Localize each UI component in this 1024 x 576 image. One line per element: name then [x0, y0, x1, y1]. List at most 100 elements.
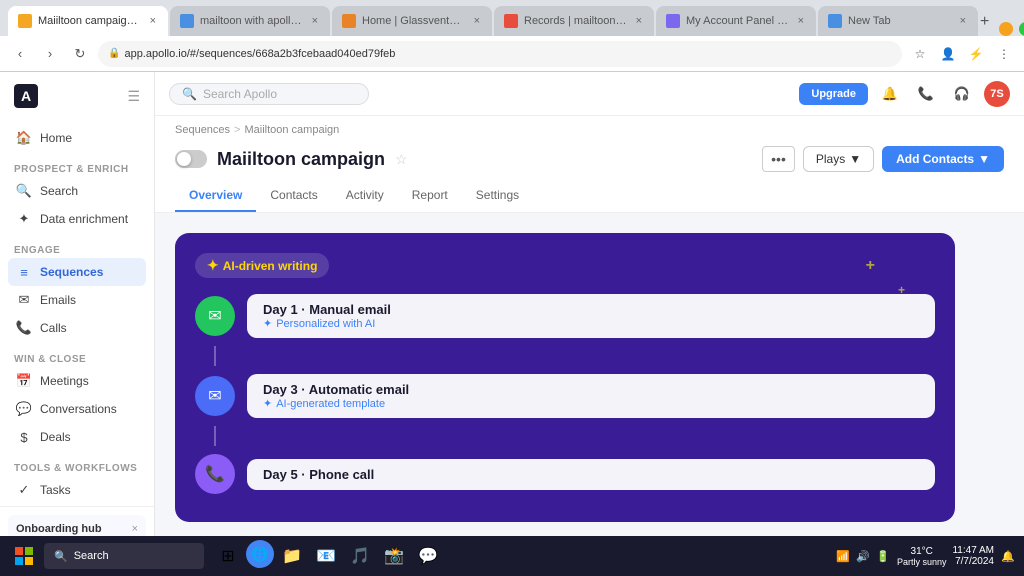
tab-label-6: New Tab: [848, 15, 952, 27]
tab-contacts[interactable]: Contacts: [256, 180, 331, 212]
taskbar-apps: ⊞ 🌐 📁 📧 🎵 📸 💬: [212, 540, 444, 572]
taskbar-app-6[interactable]: 💬: [412, 540, 444, 572]
sidebar-item-meetings[interactable]: 📅 Meetings: [8, 367, 146, 395]
content-area: ✦ AI-driven writing + + ✉ Day 1 · Manual: [155, 213, 975, 576]
prospect-section-label: Prospect & enrich: [8, 158, 146, 177]
step-1-ai-icon: ✦: [263, 317, 272, 330]
tab-close-3[interactable]: ×: [472, 13, 482, 29]
sidebar-item-deals[interactable]: $ Deals: [8, 423, 146, 451]
sidebar-toggle-button[interactable]: ☰: [127, 88, 140, 105]
browser-tabs: Maiiltoon campaign - App... × mailtoon w…: [0, 0, 1024, 36]
tab-close-5[interactable]: ×: [796, 13, 806, 29]
step-1: ✉ Day 1 · Manual email ✦ Personalized wi…: [195, 294, 935, 338]
tab-label-2: mailtoon with apollo.io - C...: [200, 15, 304, 27]
search-box[interactable]: 🔍 Search Apollo: [169, 83, 369, 105]
window-minimize[interactable]: [999, 22, 1013, 36]
sidebar-tasks-label: Tasks: [40, 483, 71, 497]
refresh-button[interactable]: ↻: [68, 42, 92, 66]
favorite-star-icon[interactable]: ☆: [395, 151, 408, 168]
start-button[interactable]: [8, 540, 40, 572]
tab-2[interactable]: mailtoon with apollo.io - C... ×: [170, 6, 330, 36]
phone-icon-3: 📞: [205, 464, 225, 484]
breadcrumb-separator: >: [234, 124, 240, 136]
sidebar-item-conversations[interactable]: 💬 Conversations: [8, 395, 146, 423]
tray-sound-icon[interactable]: 🔊: [855, 548, 871, 564]
sidebar-item-search[interactable]: 🔍 Search: [8, 177, 146, 205]
taskbar-app-chrome[interactable]: 🌐: [246, 540, 274, 568]
win-section-label: Win & close: [8, 348, 146, 367]
taskbar-app-4[interactable]: 🎵: [344, 540, 376, 572]
headset-icon[interactable]: 🎧: [948, 80, 976, 108]
tab-close-4[interactable]: ×: [634, 13, 644, 29]
user-avatar[interactable]: 7S: [984, 81, 1010, 107]
upgrade-button[interactable]: Upgrade: [799, 83, 868, 105]
back-button[interactable]: ‹: [8, 42, 32, 66]
notifications-icon[interactable]: 🔔: [1000, 548, 1016, 564]
taskbar-app-2[interactable]: 📁: [276, 540, 308, 572]
tab-overview[interactable]: Overview: [175, 180, 256, 212]
step-2-icon-wrap: ✉: [195, 376, 235, 416]
step-connector-2: [214, 426, 216, 446]
tab-activity[interactable]: Activity: [332, 180, 398, 212]
sidebar-item-home[interactable]: 🏠 Home: [8, 124, 146, 152]
bell-icon[interactable]: 🔔: [876, 80, 904, 108]
phone-icon[interactable]: 📞: [912, 80, 940, 108]
taskbar-app-5[interactable]: 📸: [378, 540, 410, 572]
tab-1[interactable]: Maiiltoon campaign - App... ×: [8, 6, 168, 36]
tab-3[interactable]: Home | Glassventuresoffic... ×: [332, 6, 492, 36]
tray-battery-icon[interactable]: 🔋: [875, 548, 891, 564]
tab-5[interactable]: My Account Panel - Nam... ×: [656, 6, 816, 36]
tab-label-3: Home | Glassventuresoffic...: [362, 15, 466, 27]
campaign-toggle[interactable]: [175, 150, 207, 168]
tray-network-icon[interactable]: 📶: [835, 548, 851, 564]
onboarding-close-button[interactable]: ×: [132, 523, 138, 535]
sidebar-search-label: Search: [40, 184, 78, 198]
emails-icon: ✉: [16, 292, 32, 308]
step-1-content: Day 1 · Manual email ✦ Personalized with…: [247, 294, 935, 338]
sidebar-calls-label: Calls: [40, 321, 67, 335]
tab-close-6[interactable]: ×: [958, 13, 968, 29]
add-contacts-label: Add Contacts: [896, 152, 974, 166]
email-icon-1: ✉: [208, 306, 221, 326]
more-options-button[interactable]: •••: [762, 146, 795, 172]
tab-label-5: My Account Panel - Nam...: [686, 15, 790, 27]
tab-settings[interactable]: Settings: [462, 180, 533, 212]
tab-6[interactable]: New Tab ×: [818, 6, 978, 36]
step-1-title: Day 1 · Manual email: [263, 302, 919, 317]
bookmark-icon[interactable]: ☆: [908, 42, 932, 66]
tab-report[interactable]: Report: [398, 180, 462, 212]
sidebar-deals-label: Deals: [40, 430, 71, 444]
apollo-logo: A: [14, 84, 38, 108]
tab-close-2[interactable]: ×: [310, 13, 320, 29]
sidebar-item-sequences[interactable]: ≡ Sequences: [8, 258, 146, 286]
step-2-ai-icon: ✦: [263, 397, 272, 410]
browser-chrome: Maiiltoon campaign - App... × mailtoon w…: [0, 0, 1024, 72]
tab-close-1[interactable]: ×: [148, 13, 158, 29]
plays-button[interactable]: Plays ▼: [803, 146, 874, 172]
breadcrumb-sequences[interactable]: Sequences: [175, 124, 230, 136]
sidebar-item-data-enrichment[interactable]: ✦ Data enrichment: [8, 205, 146, 233]
taskbar-app-3[interactable]: 📧: [310, 540, 342, 572]
taskbar-app-1[interactable]: ⊞: [212, 540, 244, 572]
tab-4[interactable]: Records | mailtoon.io | Gla... ×: [494, 6, 654, 36]
sidebar-item-calls[interactable]: 📞 Calls: [8, 314, 146, 342]
home-icon: 🏠: [16, 130, 32, 146]
step-3-content: Day 5 · Phone call: [247, 459, 935, 490]
taskbar-search[interactable]: 🔍 Search: [44, 543, 204, 569]
page-nav-tabs: Overview Contacts Activity Report Settin…: [175, 180, 1004, 212]
address-bar[interactable]: 🔒 app.apollo.io/#/sequences/668a2b3fceba…: [98, 41, 902, 67]
add-contacts-button[interactable]: Add Contacts ▼: [882, 146, 1004, 172]
toggle-knob: [177, 152, 191, 166]
step-1-icon-wrap: ✉: [195, 296, 235, 336]
sidebar-item-emails[interactable]: ✉ Emails: [8, 286, 146, 314]
lock-icon: 🔒: [108, 48, 120, 59]
sidebar-item-tasks[interactable]: ✓ Tasks: [8, 476, 146, 504]
onboarding-title: Onboarding hub: [16, 523, 102, 535]
new-tab-button[interactable]: +: [980, 8, 989, 36]
settings-menu-icon[interactable]: ⋮: [992, 42, 1016, 66]
extensions-icon[interactable]: ⚡: [964, 42, 988, 66]
step-3-icon-wrap: 📞: [195, 454, 235, 494]
profile-icon[interactable]: 👤: [936, 42, 960, 66]
forward-button[interactable]: ›: [38, 42, 62, 66]
window-maximize[interactable]: [1019, 22, 1024, 36]
